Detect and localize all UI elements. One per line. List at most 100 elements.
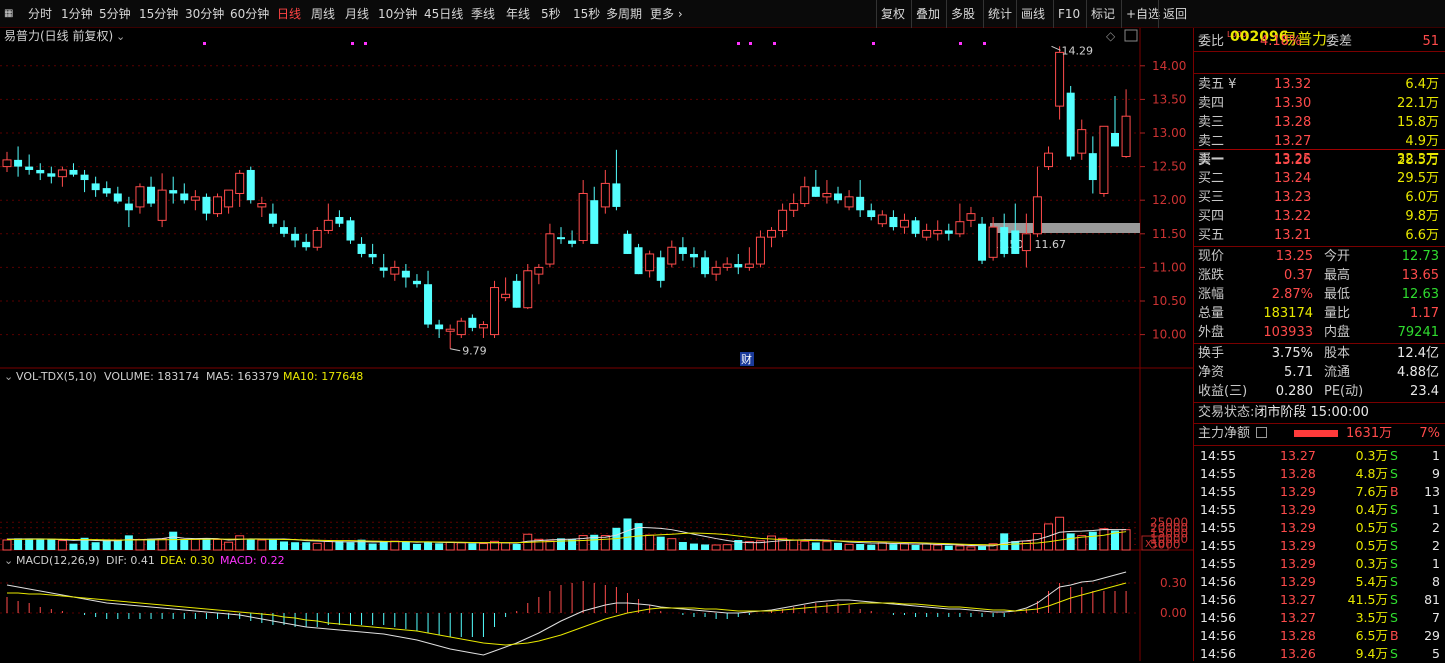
candle-body: [667, 246, 677, 265]
candle-body: [978, 223, 987, 261]
diamond-icon: ◇: [1106, 29, 1116, 43]
trade-count: 2: [1432, 520, 1440, 535]
volume-bar: [557, 538, 565, 550]
volume-bar: [656, 536, 665, 550]
trade-state: 交易状态:闭市阶段 15:00:00: [1198, 403, 1369, 422]
sell-level-label: 卖四: [1198, 96, 1225, 111]
toolbar-button-8[interactable]: 返回: [1158, 0, 1191, 28]
toolbar-button-6[interactable]: 标记: [1086, 0, 1119, 28]
candle-body: [1099, 125, 1109, 194]
candle-body: [811, 186, 820, 197]
trade-price: 13.29: [1280, 538, 1316, 553]
trade-row: 14:55 13.29 0.4万 S 1: [1200, 501, 1445, 519]
tab-3[interactable]: 15分钟: [139, 0, 178, 28]
chevron-down-icon: ⌄: [4, 370, 13, 383]
trade-row: 14:56 13.27 3.5万 S 7: [1200, 609, 1445, 627]
price-tick-label: 12.50: [1152, 160, 1186, 174]
volume-bar: [978, 546, 987, 550]
stat-label: 内盘: [1324, 325, 1351, 340]
toolbar-button-0[interactable]: 复权: [876, 0, 909, 28]
grid-menu-icon[interactable]: ▦: [4, 0, 13, 28]
tab-7[interactable]: 周线: [311, 0, 335, 28]
kline-chart[interactable]: 14.00 13.50 13.00 12.50 12.00 11.50 11.00 10.50…: [0, 28, 1193, 661]
trade-count: 5: [1432, 646, 1440, 661]
volume-bar: [157, 538, 167, 551]
price-tick-label: 11.00: [1152, 260, 1186, 274]
trade-volume: 4.8万: [1355, 466, 1388, 481]
toolbar-button-4[interactable]: 画线: [1016, 0, 1049, 28]
finance-label: 股本: [1324, 346, 1351, 361]
tab-13[interactable]: 5秒: [541, 0, 561, 28]
tab-16[interactable]: 更多 ›: [650, 0, 683, 28]
tab-14[interactable]: 15秒: [573, 0, 600, 28]
buy-price: 13.21: [1274, 228, 1312, 243]
tab-12[interactable]: 年线: [506, 0, 530, 28]
candle-body: [1032, 196, 1042, 235]
toolbar-button-1[interactable]: 叠加: [911, 0, 944, 28]
candle-body: [169, 190, 178, 194]
sell-level-label: 卖三: [1198, 115, 1225, 130]
toolbar-button-2[interactable]: 多股: [946, 0, 979, 28]
trade-count: 2: [1432, 538, 1440, 553]
volume-bar: [678, 542, 687, 550]
candle-body: [401, 270, 410, 278]
buy-price: 13.25: [1274, 152, 1312, 167]
trade-side: B: [1390, 628, 1399, 643]
volume-bar: [811, 542, 820, 550]
volume-bar: [291, 542, 300, 550]
candle-body: [323, 219, 333, 231]
tab-10[interactable]: 45日线: [424, 0, 463, 28]
candle-body: [357, 243, 366, 254]
net-flow-icon[interactable]: [1256, 427, 1268, 438]
volume-bar: [789, 539, 799, 551]
tab-5[interactable]: 60分钟: [230, 0, 269, 28]
candle-body: [113, 193, 122, 202]
volume-bar: [135, 538, 145, 551]
toolbar-button-3[interactable]: 统计: [983, 0, 1016, 28]
dea-line: [7, 582, 1127, 646]
volume-bar: [213, 538, 223, 551]
candle-body: [645, 253, 655, 272]
candle-body: [922, 229, 932, 238]
event-marker: [737, 42, 740, 45]
stat-value: 2.87%: [1271, 287, 1313, 302]
volume-bar: [169, 531, 178, 550]
candle-body: [899, 219, 909, 228]
trade-time: 14:56: [1200, 574, 1237, 589]
trade-time: 14:55: [1200, 520, 1237, 535]
tab-4[interactable]: 30分钟: [185, 0, 224, 28]
candle-body: [435, 324, 444, 330]
event-marker: [872, 42, 875, 45]
volume-bar: [722, 544, 732, 551]
tab-2[interactable]: 5分钟: [99, 0, 131, 28]
buy-volume: 6.6万: [1405, 228, 1439, 243]
volume-bar: [877, 542, 887, 551]
window-icon: [1124, 29, 1138, 42]
tab-8[interactable]: 月线: [345, 0, 369, 28]
candle-body: [291, 233, 300, 241]
ma10-value: MA10: 177648: [283, 370, 363, 383]
tab-11[interactable]: 季线: [471, 0, 495, 28]
trade-volume: 3.5万: [1355, 610, 1388, 625]
volume-bar: [623, 518, 632, 550]
volume-bar: [1032, 533, 1042, 551]
trade-count: 1: [1432, 502, 1440, 517]
toolbar-button-5[interactable]: F10: [1053, 0, 1084, 28]
tab-0[interactable]: 分时: [28, 0, 52, 28]
volume-bar: [435, 543, 444, 550]
volume-indicator-name: VOL-TDX(5,10): [16, 370, 97, 383]
tab-1[interactable]: 1分钟: [61, 0, 93, 28]
candle-body: [1077, 129, 1087, 154]
tab-6[interactable]: 日线: [277, 0, 301, 28]
tab-9[interactable]: 10分钟: [378, 0, 417, 28]
candle-body: [944, 230, 953, 234]
finance-label: 换手: [1198, 346, 1225, 361]
tab-15[interactable]: 多周期: [606, 0, 642, 28]
volume-bar: [689, 543, 698, 550]
cai-marker: 财: [741, 352, 752, 366]
candle-body: [147, 186, 156, 204]
stat-label: 最高: [1324, 268, 1351, 283]
volume-bar: [102, 540, 111, 550]
candle-body: [545, 233, 555, 265]
candle-body: [1021, 233, 1031, 252]
